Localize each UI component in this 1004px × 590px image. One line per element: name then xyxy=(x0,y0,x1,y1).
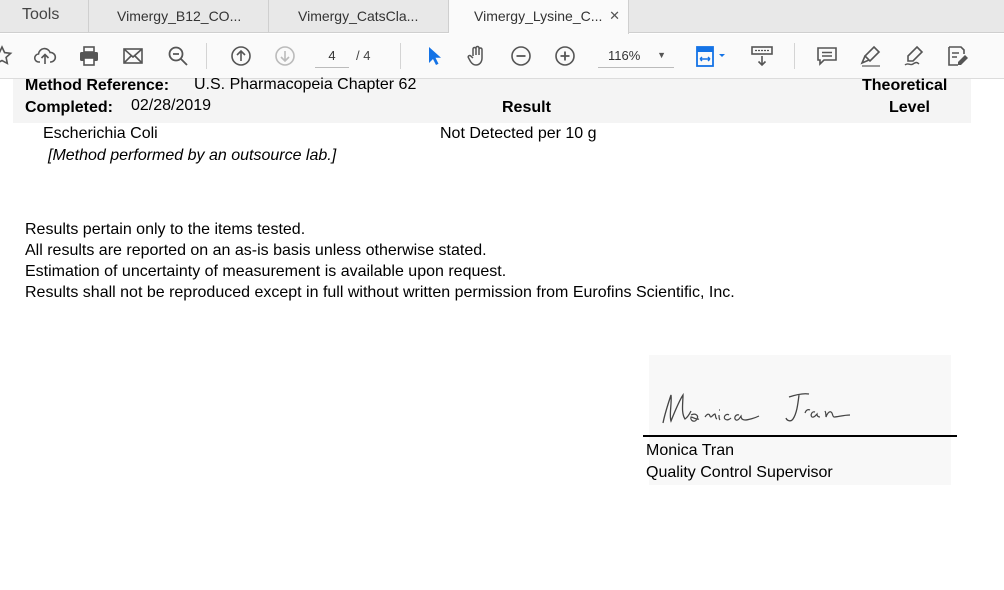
toolbar: 4 / 4 116% ▼ xyxy=(0,34,1004,79)
tab-document-catsclaw[interactable]: Vimergy_CatsCla... xyxy=(269,0,449,33)
disclaimer-line: Results pertain only to the items tested… xyxy=(25,221,306,238)
tab-tools[interactable]: Tools xyxy=(0,0,89,33)
fit-page-icon[interactable] xyxy=(694,44,728,68)
close-tab-icon[interactable]: ✕ xyxy=(609,8,620,24)
comment-icon[interactable] xyxy=(815,44,839,68)
completed-date: 02/28/2019 xyxy=(131,97,212,114)
page-total: / 4 xyxy=(356,48,371,63)
print-icon[interactable] xyxy=(77,44,101,68)
theoretical-header: Theoretical xyxy=(862,77,948,94)
chevron-down-icon: ▼ xyxy=(657,50,666,60)
document-page: Method Reference: U.S. Pharmacopeia Chap… xyxy=(0,76,1004,590)
method-note: [Method performed by an outsource lab.] xyxy=(48,147,337,164)
scroll-mode-icon[interactable] xyxy=(750,44,774,68)
tab-bar: Tools Vimergy_B12_CO... Vimergy_CatsCla.… xyxy=(0,0,1004,34)
toolbar-divider xyxy=(206,43,207,69)
sign-icon[interactable] xyxy=(902,44,926,68)
analyte-name: Escherichia Coli xyxy=(43,125,158,142)
zoom-select[interactable]: 116% ▼ xyxy=(598,44,674,68)
hand-icon[interactable] xyxy=(465,44,489,68)
completed-label: Completed: xyxy=(25,99,113,116)
fill-sign-icon[interactable] xyxy=(946,44,970,68)
signer-name: Monica Tran xyxy=(646,442,735,459)
star-icon[interactable] xyxy=(0,44,14,68)
page-number-input[interactable]: 4 xyxy=(315,44,349,68)
tab-label: Vimergy_Lysine_C... xyxy=(474,8,603,24)
zoom-out-icon[interactable] xyxy=(509,44,533,68)
toolbar-divider xyxy=(400,43,401,69)
disclaimer-line: All results are reported on an as-is bas… xyxy=(25,242,487,259)
signer-title: Quality Control Supervisor xyxy=(646,464,833,481)
mail-icon[interactable] xyxy=(121,44,145,68)
prev-page-icon[interactable] xyxy=(229,44,253,68)
disclaimer-line: Estimation of uncertainty of measurement… xyxy=(25,263,507,280)
result-header: Result xyxy=(502,99,551,116)
method-reference-value: U.S. Pharmacopeia Chapter 62 xyxy=(194,76,417,93)
signature-line xyxy=(643,435,957,437)
highlight-icon[interactable] xyxy=(859,44,883,68)
disclaimer-line: Results shall not be reproduced except i… xyxy=(25,284,735,301)
search-icon[interactable] xyxy=(166,44,190,68)
handwritten-signature xyxy=(662,392,851,424)
method-reference-label: Method Reference: xyxy=(25,77,170,94)
tab-document-b12[interactable]: Vimergy_B12_CO... xyxy=(89,0,269,33)
tab-label: Vimergy_B12_CO... xyxy=(117,8,242,24)
zoom-in-icon[interactable] xyxy=(553,44,577,68)
toolbar-divider xyxy=(794,43,795,69)
level-header: Level xyxy=(889,99,930,116)
upload-icon[interactable] xyxy=(33,44,57,68)
next-page-icon[interactable] xyxy=(273,44,297,68)
tab-label: Vimergy_CatsCla... xyxy=(298,8,419,24)
result-value: Not Detected per 10 g xyxy=(440,125,597,142)
select-cursor-icon[interactable] xyxy=(422,44,446,68)
tab-document-lysine-active[interactable]: Vimergy_Lysine_C... ✕ xyxy=(449,0,629,34)
zoom-value: 116% xyxy=(608,48,641,63)
